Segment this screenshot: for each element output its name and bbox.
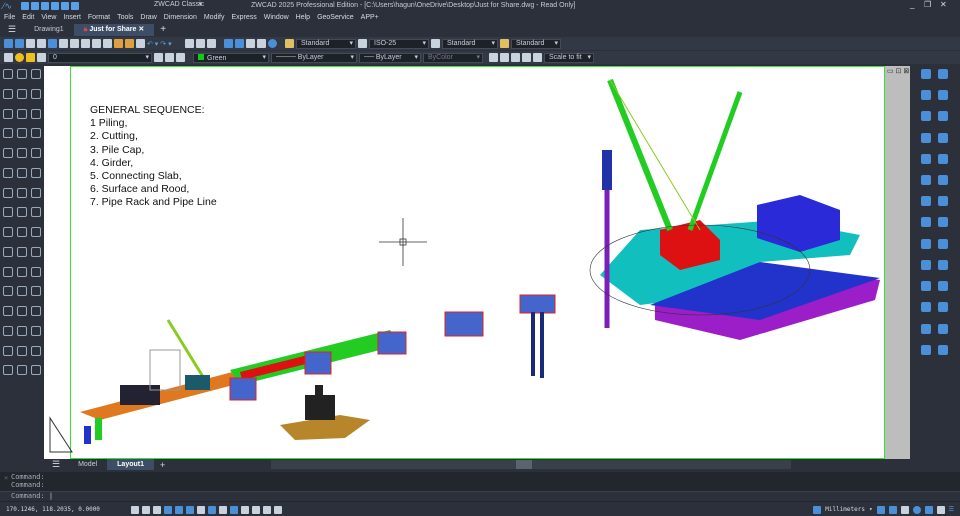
view-bottom-icon[interactable] xyxy=(938,90,948,101)
command-history-line: Command: xyxy=(11,473,45,481)
paper-icon[interactable] xyxy=(230,505,238,514)
layout-menu-icon[interactable]: ☰ xyxy=(44,459,68,470)
pan-icon[interactable] xyxy=(938,196,948,207)
pile-caps xyxy=(444,294,556,378)
drafting-toggles xyxy=(131,505,282,514)
zoom-realtime-icon[interactable] xyxy=(921,217,931,228)
workspace-switch-icon[interactable] xyxy=(900,505,909,514)
units-icon xyxy=(813,505,822,514)
command-prompt: Command: xyxy=(11,492,45,500)
box-icon[interactable] xyxy=(921,281,931,292)
ortho-icon[interactable] xyxy=(153,505,161,514)
gear-icon[interactable] xyxy=(912,505,921,514)
view-left-icon[interactable] xyxy=(921,111,931,122)
view-ne-icon[interactable] xyxy=(921,175,931,186)
crosshair-cursor xyxy=(379,218,427,266)
view-sw-icon[interactable] xyxy=(921,153,931,164)
view-nw-icon[interactable] xyxy=(938,175,948,186)
cylinder-icon[interactable] xyxy=(921,302,931,313)
layer-tool-icon[interactable] xyxy=(921,69,931,79)
view-top-icon[interactable] xyxy=(921,90,931,101)
status-bar: 170.1246, 118.2035, 0.0000 Millimeters ▾ … xyxy=(0,503,960,516)
customize-menu-icon[interactable]: ☰ xyxy=(949,506,954,513)
grid-icon[interactable] xyxy=(142,505,150,514)
view-front-icon[interactable] xyxy=(921,132,931,143)
north-arrow-icon xyxy=(49,416,73,453)
isolate-icon[interactable] xyxy=(924,505,933,514)
tab-layout1[interactable]: Layout1 xyxy=(107,459,154,470)
units-select[interactable]: Millimeters xyxy=(825,506,865,513)
command-input[interactable]: Command: | xyxy=(0,491,960,501)
view-right-icon[interactable] xyxy=(938,111,948,122)
crane-barge xyxy=(589,78,880,340)
ucs-icon[interactable] xyxy=(921,238,931,249)
scrollbar-thumb[interactable] xyxy=(516,460,533,469)
fullscreen-icon[interactable] xyxy=(936,505,945,514)
selection-cycling-icon[interactable] xyxy=(252,505,260,514)
shade-hidden-icon[interactable] xyxy=(938,259,948,270)
transparency-icon[interactable] xyxy=(241,505,249,514)
tab-model[interactable]: Model xyxy=(68,459,107,470)
cone-icon[interactable] xyxy=(938,302,948,313)
layer-props-icon[interactable] xyxy=(938,69,948,79)
view-se-icon[interactable] xyxy=(938,153,948,164)
ucs-world-icon[interactable] xyxy=(938,238,948,249)
otrack-icon[interactable] xyxy=(186,505,194,514)
wedge-icon[interactable] xyxy=(921,323,931,334)
zoom-extents-icon[interactable] xyxy=(938,217,948,228)
annotation-scale-icon[interactable] xyxy=(876,505,885,514)
chevron-down-icon[interactable]: ▾ xyxy=(869,506,873,513)
ducs-icon[interactable] xyxy=(197,505,205,514)
tugboat xyxy=(280,385,370,440)
add-layout-button[interactable]: + xyxy=(154,460,171,470)
view-back-icon[interactable] xyxy=(938,132,948,143)
lineweight-icon[interactable] xyxy=(219,505,227,514)
sphere-icon[interactable] xyxy=(938,281,948,292)
quick-props-icon[interactable] xyxy=(274,505,282,514)
command-window: × Command: Command: Command: | xyxy=(0,472,960,502)
shade-wire-icon[interactable] xyxy=(921,259,931,270)
osnap-icon[interactable] xyxy=(175,505,183,514)
orbit-icon[interactable] xyxy=(921,196,931,207)
annotation-visibility-icon[interactable] xyxy=(888,505,897,514)
extrude-icon[interactable] xyxy=(921,344,931,355)
dyn-icon[interactable] xyxy=(208,505,216,514)
horizontal-scrollbar[interactable] xyxy=(271,460,792,469)
annotation-icon[interactable] xyxy=(263,505,271,514)
coordinates-readout: 170.1246, 118.2035, 0.0000 xyxy=(6,506,100,513)
close-command-icon[interactable]: × xyxy=(4,474,8,482)
command-history-line: Command: xyxy=(11,481,45,489)
polar-icon[interactable] xyxy=(164,505,172,514)
snap-icon[interactable] xyxy=(131,505,139,514)
drawing-model-svg xyxy=(49,78,880,453)
layout-tabs: ☰ Model Layout1 + xyxy=(44,459,910,470)
right-toolbars xyxy=(916,66,960,366)
revolve-icon[interactable] xyxy=(938,344,948,355)
torus-icon[interactable] xyxy=(938,323,948,334)
